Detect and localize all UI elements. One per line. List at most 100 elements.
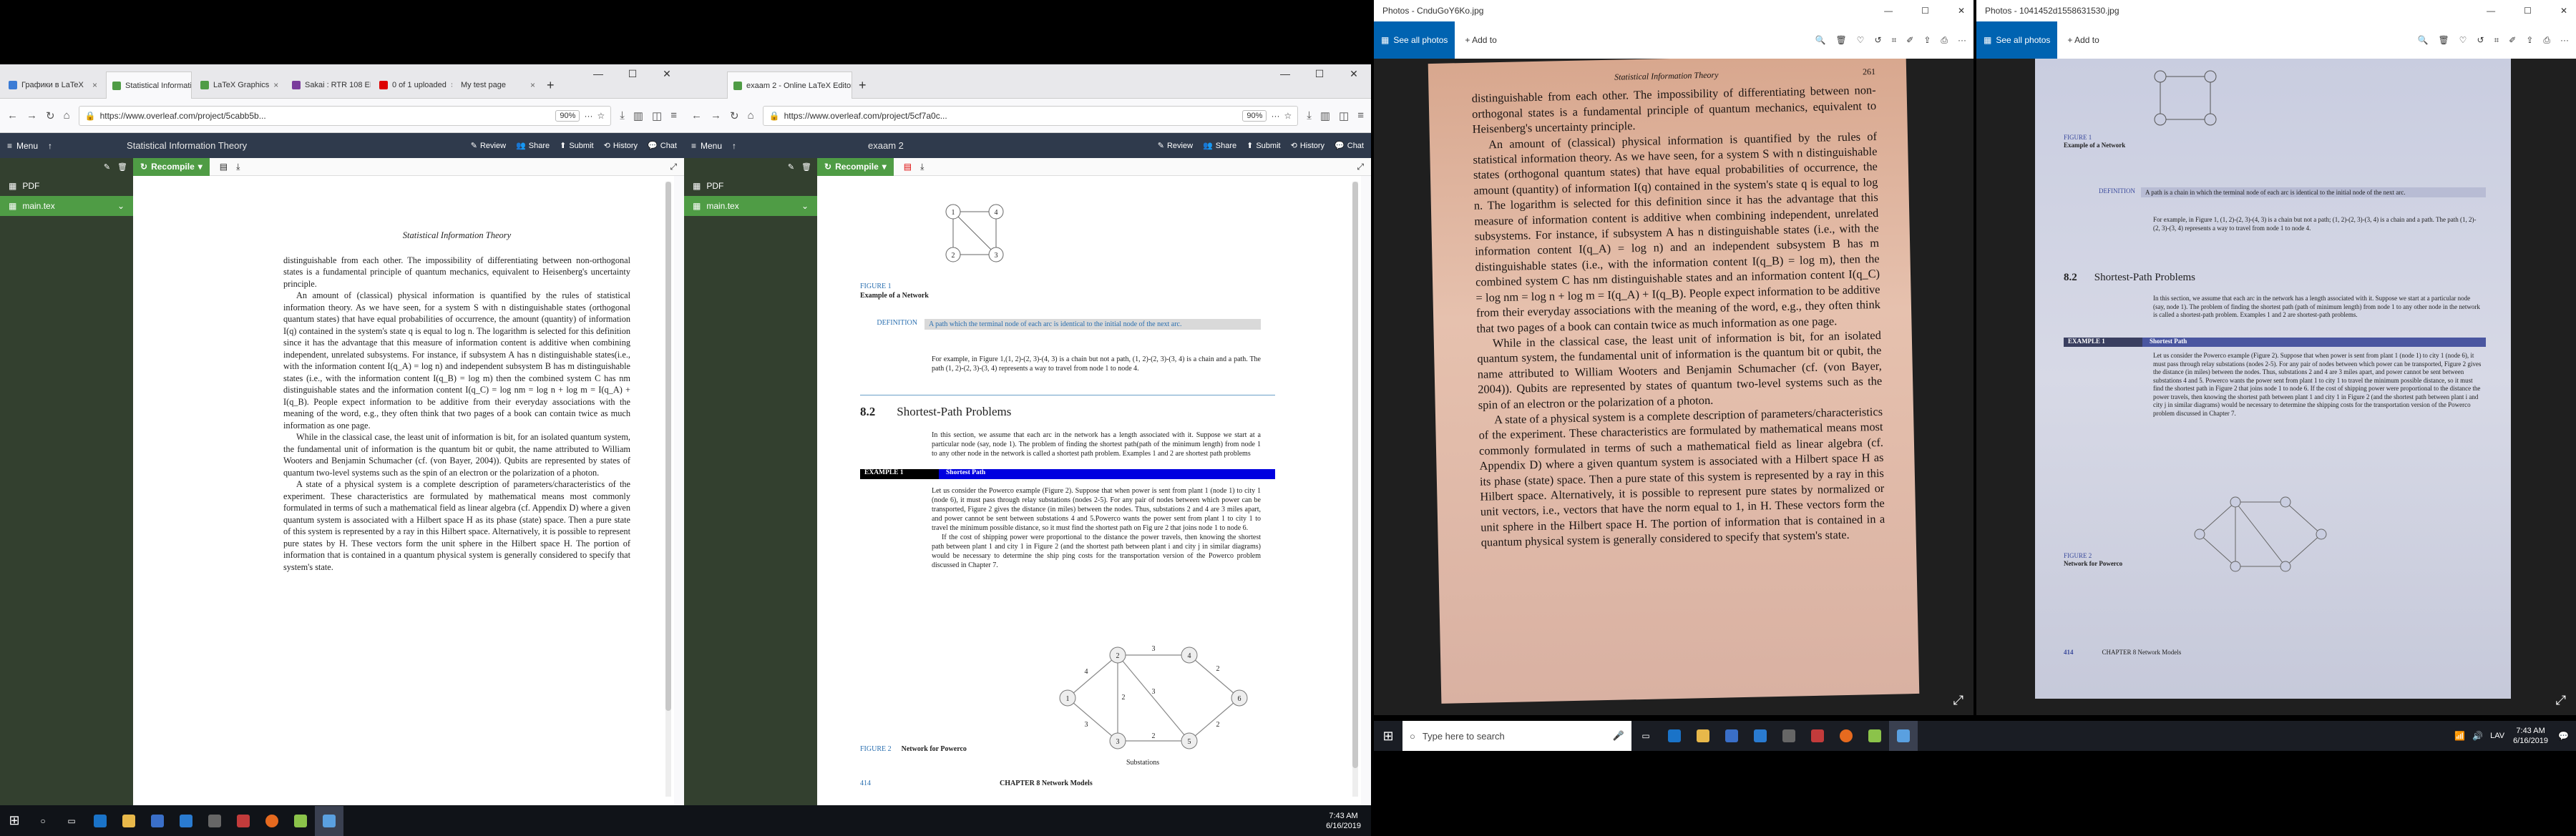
home-arrow-icon[interactable]: ↑ (48, 141, 52, 151)
start-button[interactable]: ⊞ (0, 806, 29, 836)
file-explorer-icon[interactable] (114, 806, 143, 836)
reload-icon[interactable]: ↻ (730, 109, 739, 122)
more-icon[interactable]: ··· (1271, 111, 1279, 121)
close-window-icon[interactable]: ✕ (1958, 6, 1965, 16)
download-icon[interactable]: ⤓ (620, 109, 625, 122)
project-title[interactable]: exaam 2 (868, 140, 904, 151)
sidebar-icon[interactable]: ◫ (1339, 109, 1349, 122)
home-arrow-icon[interactable]: ↑ (732, 141, 736, 151)
home-icon[interactable]: ⌂ (748, 109, 754, 122)
app-green-icon[interactable] (1860, 721, 1889, 751)
menu-button[interactable]: ≡ Menu (7, 141, 38, 151)
see-all-photos-button[interactable]: ▦ See all photos (1374, 21, 1455, 59)
delete-icon[interactable]: 🗑 (1835, 35, 1846, 45)
maximize-icon[interactable]: ☐ (1302, 64, 1337, 83)
fullscreen-icon[interactable]: ⤢ (2556, 693, 2566, 708)
download-pdf-icon[interactable]: ⤓ (236, 162, 240, 172)
language-indicator[interactable]: LAV (2490, 732, 2504, 740)
close-icon[interactable]: × (273, 80, 278, 90)
tab-sakai[interactable]: Sakai : RTR 108 EN× (286, 74, 371, 96)
download-pdf-icon[interactable]: ⤓ (920, 162, 924, 172)
expand-icon[interactable]: ⤢ (670, 162, 677, 172)
edit-icon[interactable]: ✐ (1906, 35, 1913, 45)
menu-icon[interactable]: ≡ (670, 109, 677, 122)
back-icon[interactable]: ← (7, 109, 18, 122)
reload-icon[interactable]: ↻ (46, 109, 55, 122)
sidebar-icon[interactable]: ◫ (652, 109, 662, 122)
edge-icon[interactable] (86, 806, 114, 836)
forward-icon[interactable]: → (711, 109, 721, 122)
chat-button[interactable]: 💬 Chat (1335, 141, 1364, 151)
recompile-button[interactable]: ↻ Recompile ▾ (133, 157, 210, 176)
maximize-icon[interactable]: ☐ (615, 64, 650, 83)
chat-button[interactable]: 💬 Chat (648, 141, 677, 151)
network-icon[interactable]: 📶 (2454, 731, 2465, 741)
minimize-icon[interactable]: — (2487, 6, 2495, 16)
rotate-icon[interactable]: ↺ (2477, 35, 2484, 45)
menu-button[interactable]: ≡ Menu (691, 141, 722, 151)
pencil-icon[interactable]: ✎ (788, 162, 794, 172)
favorite-icon[interactable]: ♡ (2459, 35, 2467, 45)
firefox-icon[interactable] (1832, 721, 1860, 751)
mail-icon[interactable] (1746, 721, 1775, 751)
more-icon[interactable]: ··· (1958, 35, 1966, 45)
review-button[interactable]: ✎ Review (1158, 141, 1193, 151)
chevron-down-icon[interactable]: ▾ (882, 162, 887, 172)
logs-icon[interactable]: ▤ (904, 162, 912, 172)
photos-taskbar-icon[interactable] (315, 805, 343, 836)
back-icon[interactable]: ← (691, 109, 702, 122)
forward-icon[interactable]: → (26, 109, 37, 122)
file-pdf[interactable]: ▦ PDF (684, 176, 817, 196)
download-icon[interactable]: ⤓ (1307, 109, 1312, 122)
app-red-icon[interactable] (229, 806, 258, 836)
new-tab-button[interactable]: + (541, 74, 562, 96)
recompile-button[interactable]: ↻ Recompile ▾ (817, 157, 894, 176)
app-green-icon[interactable] (286, 806, 315, 836)
favorite-icon[interactable]: ♡ (1857, 35, 1865, 45)
history-button[interactable]: ⟲ History (1291, 141, 1324, 151)
zoom-level[interactable]: 90% (1242, 109, 1267, 122)
more-icon[interactable]: ··· (2560, 35, 2569, 45)
close-window-icon[interactable]: ✕ (650, 64, 684, 83)
app-red-icon[interactable] (1803, 721, 1832, 751)
add-to-button[interactable]: + Add to (1465, 35, 1496, 45)
tab-graphics[interactable]: Графики в LaTeX × (3, 74, 103, 96)
crop-icon[interactable]: ⌗ (2494, 35, 2499, 46)
url-bar[interactable]: 🔒 https://www.overleaf.com/project/5cf7a… (762, 105, 1299, 126)
fullscreen-icon[interactable]: ⤢ (1953, 693, 1963, 708)
submit-button[interactable]: ⬆ Submit (1246, 141, 1280, 151)
share-icon[interactable]: ⇪ (1923, 35, 1931, 45)
trash-icon[interactable]: 🗑 (117, 162, 127, 172)
minimize-icon[interactable]: — (1884, 6, 1893, 16)
project-title[interactable]: Statistical Information Theory (127, 140, 247, 151)
print-icon[interactable]: ⎙ (2543, 35, 2550, 46)
task-view-icon[interactable]: ▭ (1631, 721, 1660, 751)
logs-icon[interactable]: ▤ (220, 162, 228, 172)
volume-icon[interactable]: 🔊 (2472, 731, 2483, 741)
share-button[interactable]: 👥 Share (516, 141, 550, 151)
bookmark-icon[interactable]: ☆ (1284, 111, 1292, 121)
trash-icon[interactable]: 🗑 (801, 162, 811, 172)
pencil-icon[interactable]: ✎ (104, 162, 110, 172)
search-box[interactable]: ○ Type here to search 🎤 (1402, 721, 1631, 751)
share-button[interactable]: 👥 Share (1203, 141, 1236, 151)
menu-icon[interactable]: ≡ (1357, 109, 1364, 122)
delete-icon[interactable]: 🗑 (2438, 35, 2449, 45)
tab-statistical[interactable]: Statistical Information Theory× (106, 72, 192, 99)
clock[interactable]: 7:43 AM 6/16/2019 (1326, 811, 1361, 831)
photos-taskbar-icon[interactable] (1889, 721, 1918, 751)
file-explorer-icon[interactable] (1689, 721, 1717, 751)
review-button[interactable]: ✎ Review (471, 141, 506, 151)
expand-icon[interactable]: ⤢ (1357, 162, 1364, 172)
zoom-level[interactable]: 90% (555, 109, 580, 122)
close-window-icon[interactable]: ✕ (1337, 64, 1371, 83)
crop-icon[interactable]: ⌗ (1892, 35, 1897, 46)
start-button[interactable]: ⊞ (1374, 721, 1402, 751)
new-tab-button[interactable]: + (853, 74, 874, 96)
task-view-icon[interactable]: ▭ (57, 806, 86, 836)
tab-upload[interactable]: 0 of 1 uploaded × (374, 74, 452, 96)
tab-test-page[interactable]: My test page × (455, 74, 541, 96)
clock[interactable]: 7:43 AM 6/16/2019 (2513, 726, 2548, 746)
store-icon[interactable] (143, 806, 172, 836)
submit-button[interactable]: ⬆ Submit (560, 141, 593, 151)
